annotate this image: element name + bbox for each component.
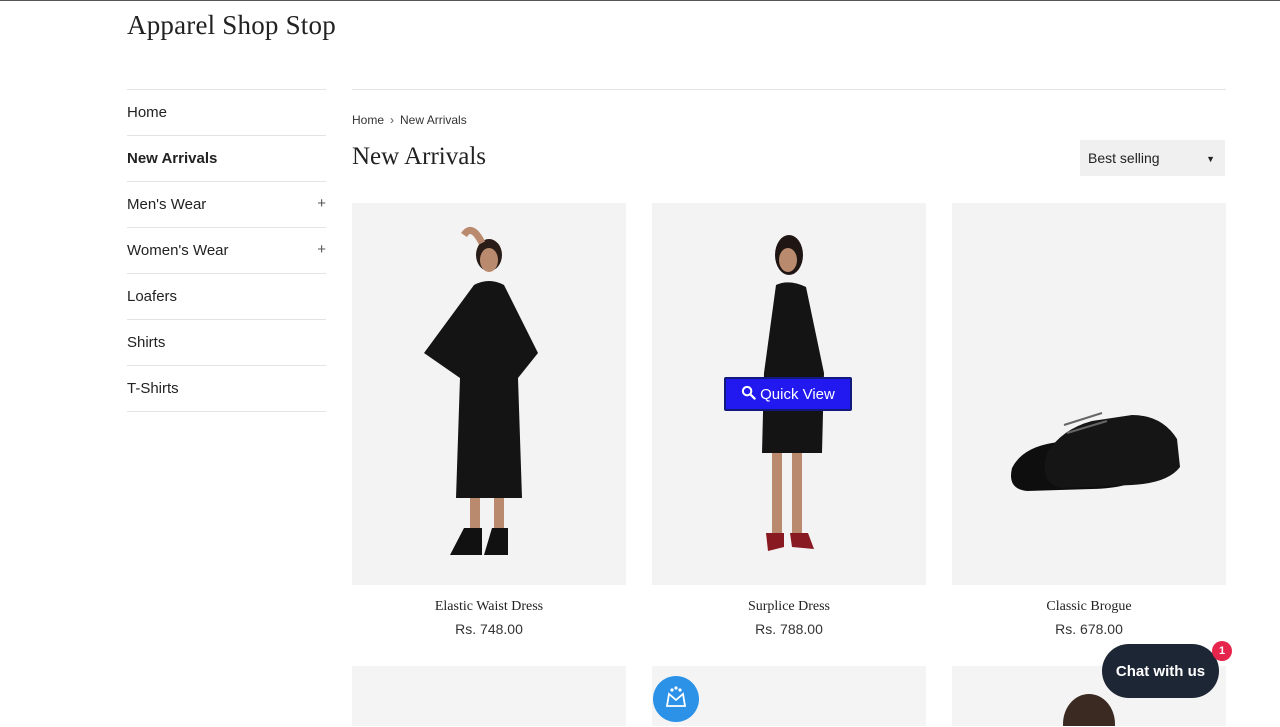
- sidebar-item-label: T-Shirts: [127, 380, 179, 397]
- sidebar-item-label: Shirts: [127, 334, 166, 351]
- plus-icon[interactable]: +: [317, 195, 326, 212]
- sidebar-item-label: Loafers: [127, 288, 178, 305]
- sidebar-item-label: New Arrivals: [127, 150, 218, 167]
- sidebar-item-home[interactable]: Home: [127, 89, 326, 135]
- top-border: [0, 0, 1280, 1]
- product-card[interactable]: [352, 666, 626, 726]
- product-price: Rs. 678.00: [1055, 621, 1123, 637]
- product-card[interactable]: Elastic Waist Dress Rs. 748.00: [352, 203, 626, 637]
- store-logo[interactable]: Apparel Shop Stop: [127, 10, 336, 41]
- chat-label: Chat with us: [1115, 662, 1206, 680]
- sidebar-item-shirts[interactable]: Shirts: [127, 319, 326, 365]
- product-image[interactable]: Quick View: [652, 203, 926, 585]
- sidebar-item-mens-wear[interactable]: Men's Wear +: [127, 181, 326, 227]
- sort-selected-value: Best selling: [1088, 150, 1160, 166]
- sort-select[interactable]: Best selling ▼: [1080, 140, 1225, 176]
- product-name[interactable]: Classic Brogue: [952, 599, 1226, 615]
- sidebar-item-t-shirts[interactable]: T-Shirts: [127, 365, 326, 412]
- content-divider: [352, 89, 1226, 90]
- product-card[interactable]: Classic Brogue Rs. 678.00: [952, 203, 1226, 637]
- sidebar-nav: Home New Arrivals Men's Wear + Women's W…: [127, 89, 326, 412]
- chat-notification-badge: 1: [1212, 641, 1232, 661]
- product-card[interactable]: Quick View Surplice Dress Rs. 788.00: [652, 203, 926, 637]
- sidebar-item-womens-wear[interactable]: Women's Wear +: [127, 227, 326, 273]
- sidebar-item-label: Home: [127, 104, 168, 121]
- product-price: Rs. 748.00: [455, 621, 523, 637]
- quick-view-label: Quick View: [760, 385, 835, 403]
- sidebar-item-label: Men's Wear: [127, 196, 207, 213]
- breadcrumb-current: New Arrivals: [400, 113, 467, 127]
- product-image[interactable]: [352, 203, 626, 585]
- breadcrumb-home-link[interactable]: Home: [352, 113, 384, 127]
- product-image[interactable]: [952, 203, 1226, 585]
- chat-button[interactable]: Chat with us: [1102, 644, 1219, 698]
- loyalty-icon[interactable]: [653, 676, 699, 722]
- product-name[interactable]: Surplice Dress: [652, 599, 926, 615]
- sidebar-item-label: Women's Wear: [127, 242, 229, 259]
- quick-view-button[interactable]: Quick View: [724, 377, 852, 411]
- plus-icon[interactable]: +: [317, 241, 326, 258]
- breadcrumb: Home › New Arrivals: [352, 113, 467, 127]
- sidebar-item-loafers[interactable]: Loafers: [127, 273, 326, 319]
- product-price: Rs. 788.00: [755, 621, 823, 637]
- breadcrumb-separator: ›: [390, 113, 395, 127]
- page-title: New Arrivals: [352, 143, 486, 170]
- product-name[interactable]: Elastic Waist Dress: [352, 599, 626, 615]
- search-icon: [741, 385, 756, 404]
- sidebar-item-new-arrivals[interactable]: New Arrivals: [127, 135, 326, 181]
- caret-down-icon: ▼: [1206, 154, 1215, 164]
